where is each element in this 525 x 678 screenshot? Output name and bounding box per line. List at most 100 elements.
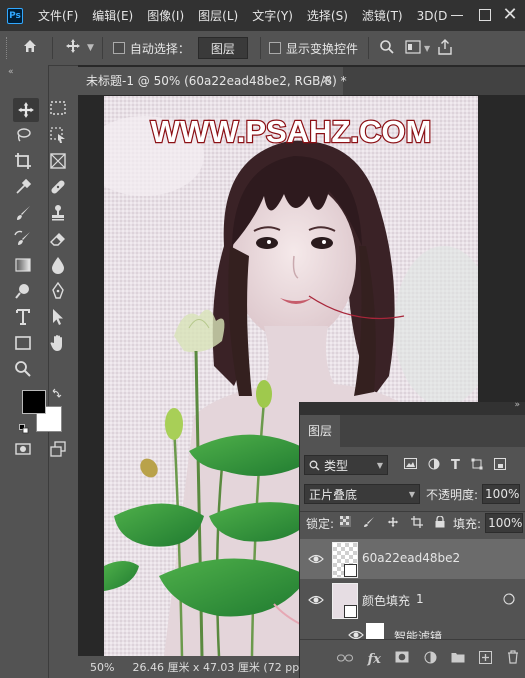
- path-selection-tool-icon[interactable]: [48, 307, 68, 327]
- smart-filters-label: 智能滤镜: [394, 630, 443, 639]
- menu-type[interactable]: 文字(Y): [252, 7, 293, 24]
- filter-mask-thumbnail: [366, 623, 384, 639]
- close-window-button[interactable]: ✕: [499, 4, 521, 26]
- history-brush-tool-icon[interactable]: [13, 229, 33, 249]
- collapse-toolbar-icon[interactable]: «: [8, 67, 14, 77]
- smart-object-badge-icon: [344, 605, 357, 618]
- auto-select-target-dropdown[interactable]: 图层: [197, 37, 248, 59]
- watermark-text: WWW.PSAHZ.COM: [151, 114, 432, 149]
- filter-type-icon[interactable]: T: [451, 458, 460, 473]
- show-transform-checkbox[interactable]: [268, 42, 281, 54]
- visibility-eye-icon[interactable]: [308, 551, 324, 567]
- quick-mask-icon[interactable]: [13, 439, 33, 459]
- menu-layer[interactable]: 图层(L): [198, 7, 238, 24]
- brush-tool-icon[interactable]: [13, 203, 33, 223]
- lock-position-icon[interactable]: [387, 516, 399, 531]
- lasso-tool-icon[interactable]: [13, 125, 33, 145]
- photoshop-logo: Ps: [7, 7, 23, 24]
- layer-name: 60a22ead48be2: [362, 551, 461, 565]
- show-transform-label: 显示变换控件: [285, 41, 358, 56]
- lock-label: 锁定:: [306, 516, 335, 531]
- move-tool-icon[interactable]: [65, 38, 81, 58]
- blur-tool-icon[interactable]: [48, 255, 68, 275]
- filter-pixel-icon[interactable]: [404, 458, 417, 472]
- rectangle-tool-icon[interactable]: [13, 333, 33, 353]
- menu-select[interactable]: 选择(S): [307, 7, 348, 24]
- visibility-eye-icon[interactable]: [348, 627, 364, 639]
- delete-layer-icon[interactable]: [507, 650, 519, 668]
- search-icon[interactable]: [379, 39, 395, 58]
- screen-mode-icon[interactable]: [48, 439, 68, 459]
- separator: [52, 37, 53, 59]
- link-layers-icon[interactable]: [337, 652, 354, 667]
- layer-filter-row: 类型 ▼ T: [300, 453, 525, 477]
- zoom-level[interactable]: 50%: [90, 661, 114, 674]
- layer-thumbnail: [332, 542, 358, 578]
- frame-tool-icon[interactable]: [48, 151, 68, 171]
- blend-mode-dropdown[interactable]: 正片叠底 ▼: [304, 484, 420, 504]
- minimize-button[interactable]: [451, 15, 463, 16]
- search-icon: [309, 460, 320, 470]
- smart-filter-toggle-icon[interactable]: [502, 592, 516, 606]
- opacity-input[interactable]: 100%: [482, 484, 521, 504]
- separator: [367, 37, 369, 59]
- home-icon[interactable]: [22, 38, 38, 58]
- menu-file[interactable]: 文件(F): [38, 7, 78, 24]
- lock-transparent-icon[interactable]: [340, 516, 352, 530]
- filter-kind-dropdown[interactable]: 类型 ▼: [304, 455, 388, 475]
- add-mask-icon[interactable]: [395, 651, 409, 667]
- workspace-icon[interactable]: [405, 39, 421, 57]
- lock-all-icon[interactable]: [435, 514, 445, 531]
- layer-row[interactable]: 颜色填充 1: [300, 580, 525, 620]
- foreground-color-swatch[interactable]: [22, 390, 46, 414]
- filter-smart-object-icon[interactable]: [493, 457, 506, 473]
- filter-kind-value: 类型: [324, 458, 349, 473]
- lock-pixels-icon[interactable]: [363, 516, 375, 531]
- clone-stamp-tool-icon[interactable]: [48, 203, 68, 223]
- menu-edit[interactable]: 编辑(E): [92, 7, 133, 24]
- crop-tool-icon[interactable]: [13, 151, 33, 171]
- chevron-down-icon[interactable]: ▼: [87, 43, 94, 53]
- type-tool-icon[interactable]: [13, 307, 33, 327]
- marquee-tool-icon[interactable]: [48, 98, 68, 118]
- share-icon[interactable]: [438, 38, 452, 58]
- menu-bar: Ps 文件(F) 编辑(E) 图像(I) 图层(L) 文字(Y) 选择(S) 滤…: [0, 0, 525, 31]
- layer-row[interactable]: 60a22ead48be2: [300, 539, 525, 579]
- zoom-tool-icon[interactable]: [13, 359, 33, 379]
- menu-image[interactable]: 图像(I): [147, 7, 184, 24]
- close-tab-icon[interactable]: ✕: [321, 67, 332, 95]
- object-selection-tool-icon[interactable]: [48, 125, 68, 145]
- adjustment-layer-icon[interactable]: [424, 651, 437, 668]
- maximize-button[interactable]: [479, 9, 491, 21]
- smart-filters-row[interactable]: 智能滤镜: [300, 621, 525, 639]
- document-tab-bar: 未标题-1 @ 50% (60a22ead48be2, RGB/8) * ✕: [78, 67, 525, 95]
- filter-shape-icon[interactable]: [471, 458, 483, 473]
- swap-colors-icon[interactable]: [52, 387, 62, 401]
- hand-tool-icon[interactable]: [48, 333, 68, 353]
- visibility-eye-icon[interactable]: [308, 592, 324, 608]
- new-group-icon[interactable]: [451, 651, 465, 667]
- dodge-tool-icon[interactable]: [13, 281, 33, 301]
- separator: [259, 37, 261, 59]
- move-tool-icon[interactable]: [13, 98, 39, 122]
- menu-3d[interactable]: 3D(D: [417, 9, 448, 23]
- auto-select-label: 自动选择：: [129, 41, 190, 56]
- gradient-tool-icon[interactable]: [13, 255, 33, 275]
- fill-input[interactable]: 100%: [485, 513, 524, 533]
- eyedropper-tool-icon[interactable]: [13, 177, 33, 197]
- healing-brush-tool-icon[interactable]: [48, 177, 68, 197]
- eraser-tool-icon[interactable]: [48, 229, 68, 249]
- new-layer-icon[interactable]: [479, 650, 493, 668]
- pen-tool-icon[interactable]: [48, 281, 68, 301]
- lock-artboard-icon[interactable]: [411, 515, 424, 531]
- layer-style-fx-icon[interactable]: fx: [368, 652, 381, 667]
- menu-filter[interactable]: 滤镜(T): [362, 7, 403, 24]
- collapse-panel-icon[interactable]: »: [514, 400, 520, 410]
- tab-layers[interactable]: 图层: [300, 415, 340, 447]
- filter-adjustment-icon[interactable]: [428, 458, 440, 473]
- layer-thumbnail: [332, 583, 358, 619]
- chevron-down-icon[interactable]: ▼: [424, 44, 430, 53]
- auto-select-checkbox[interactable]: [112, 42, 125, 54]
- document-tab[interactable]: 未标题-1 @ 50% (60a22ead48be2, RGB/8) *: [78, 67, 347, 95]
- default-colors-icon[interactable]: [19, 423, 29, 437]
